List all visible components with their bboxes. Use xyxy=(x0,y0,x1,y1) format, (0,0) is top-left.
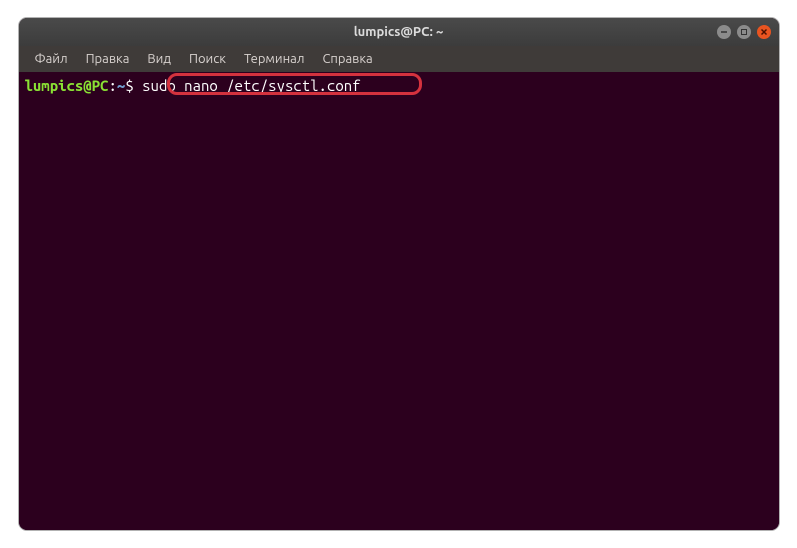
window-controls xyxy=(717,25,771,39)
maximize-button[interactable] xyxy=(737,25,751,39)
menu-view[interactable]: Вид xyxy=(139,50,179,68)
close-button[interactable] xyxy=(757,25,771,39)
close-icon xyxy=(760,28,768,36)
terminal-body[interactable]: lumpics@PC:~$ sudo nano /etc/sysctl.conf xyxy=(19,72,779,530)
prompt-path: ~ xyxy=(117,76,125,96)
window-title: lumpics@PC: ~ xyxy=(354,25,444,39)
menubar: Файл Правка Вид Поиск Терминал Справка xyxy=(19,46,779,72)
minimize-icon xyxy=(720,28,728,36)
prompt-dollar: $ xyxy=(125,76,142,96)
prompt-user: lumpics@PC xyxy=(25,76,109,96)
prompt-colon: : xyxy=(109,76,117,96)
menu-search[interactable]: Поиск xyxy=(181,50,234,68)
command-text: sudo nano /etc/sysctl.conf xyxy=(142,76,360,96)
terminal-window: lumpics@PC: ~ Файл Правка Вид Поиск Терм… xyxy=(19,18,779,530)
menu-terminal[interactable]: Терминал xyxy=(236,50,312,68)
menu-edit[interactable]: Правка xyxy=(78,50,138,68)
menu-file[interactable]: Файл xyxy=(27,50,76,68)
titlebar: lumpics@PC: ~ xyxy=(19,18,779,46)
menu-help[interactable]: Справка xyxy=(314,50,380,68)
prompt-line: lumpics@PC:~$ sudo nano /etc/sysctl.conf xyxy=(25,76,773,96)
minimize-button[interactable] xyxy=(717,25,731,39)
maximize-icon xyxy=(740,28,748,36)
